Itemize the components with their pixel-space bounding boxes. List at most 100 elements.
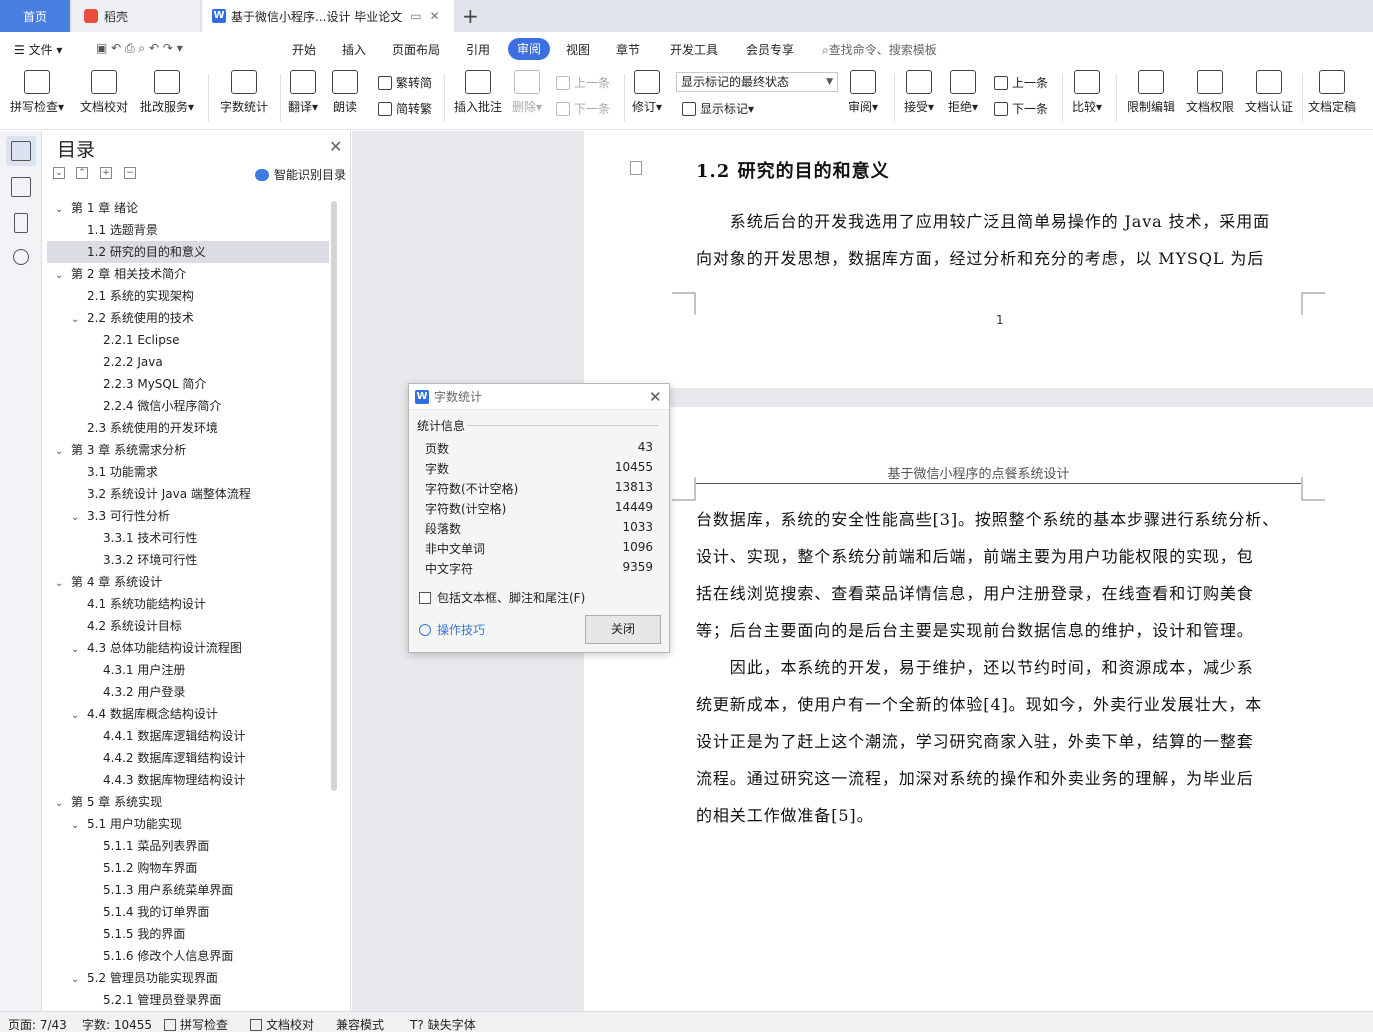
chevron-down-icon[interactable]: ⌄: [55, 573, 67, 595]
menu-dev-tools[interactable]: 开发工具: [670, 41, 718, 58]
include-notes-checkbox[interactable]: 包括文本框、脚注和尾注(F): [419, 589, 585, 606]
toc-item[interactable]: 5.1.3 用户系统菜单界面: [47, 879, 329, 901]
expand-up-icon[interactable]: ⌃: [76, 167, 88, 179]
toc-item[interactable]: 4.4.3 数据库物理结构设计: [47, 769, 329, 791]
menu-review[interactable]: 审阅: [508, 38, 550, 60]
add-heading-icon[interactable]: +: [100, 167, 112, 179]
doc-permission-button[interactable]: 文档权限: [1186, 70, 1234, 115]
toc-item[interactable]: 4.4.1 数据库逻辑结构设计: [47, 725, 329, 747]
toc-item[interactable]: ⌄ 4.3 总体功能结构设计流程图: [47, 637, 329, 659]
chevron-down-icon[interactable]: ⌄: [71, 815, 83, 837]
smart-toc-button[interactable]: 智能识别目录: [255, 166, 346, 183]
toc-item[interactable]: 4.1 系统功能结构设计: [47, 593, 329, 615]
toc-item[interactable]: 2.2.3 MySQL 简介: [47, 373, 329, 395]
translate-button[interactable]: 翻译▾: [288, 70, 318, 115]
new-tab-icon[interactable]: +: [462, 4, 479, 28]
doc-certify-button[interactable]: 文档认证: [1245, 70, 1293, 115]
revise-button[interactable]: 修订▾: [632, 70, 662, 115]
checkbox-icon[interactable]: [419, 591, 431, 604]
close-icon[interactable]: ✕: [649, 388, 662, 406]
quick-access-icons[interactable]: ▣ ↶ ⎙ ⌕ ↶ ↷ ▾: [96, 41, 183, 56]
menu-insert[interactable]: 插入: [342, 41, 366, 58]
doc-finalize-button[interactable]: 文档定稿: [1308, 70, 1356, 115]
toc-item[interactable]: 5.1.5 我的界面: [47, 923, 329, 945]
toc-item[interactable]: 2.2.2 Java: [47, 351, 329, 373]
toc-item[interactable]: 3.3.1 技术可行性: [47, 527, 329, 549]
chevron-down-icon[interactable]: ⌄: [55, 265, 67, 287]
toc-item[interactable]: 4.4.2 数据库逻辑结构设计: [47, 747, 329, 769]
toc-item[interactable]: ⌄ 第 4 章 系统设计: [47, 571, 329, 593]
tips-link[interactable]: 操作技巧: [419, 621, 485, 638]
toc-item[interactable]: ⌄ 第 5 章 系统实现: [47, 791, 329, 813]
toc-item[interactable]: 5.1.1 菜品列表界面: [47, 835, 329, 857]
word-count-button[interactable]: 字数统计: [220, 70, 268, 115]
toc-item[interactable]: 3.2 系统设计 Java 端整体流程: [47, 483, 329, 505]
document-page[interactable]: 1.2 研究的目的和意义 系统后台的开发我选用了应用较广泛且简单易操作的 Jav…: [584, 131, 1373, 388]
toc-item[interactable]: ⌄ 第 2 章 相关技术简介: [47, 263, 329, 285]
page-indicator[interactable]: 页面: 7/43: [8, 1016, 67, 1032]
chevron-down-icon[interactable]: ⌄: [71, 705, 83, 727]
batch-service-button[interactable]: 批改服务▾: [140, 70, 194, 115]
toc-scrollbar[interactable]: [331, 201, 337, 791]
chevron-down-icon[interactable]: ⌄: [55, 441, 67, 463]
document-page[interactable]: 基于微信小程序的点餐系统设计 台数据库，系统的安全性能高些[3]。按照整个系统的…: [584, 407, 1373, 1027]
toc-item[interactable]: 2.3 系统使用的开发环境: [47, 417, 329, 439]
command-search[interactable]: ⌕查找命令、搜索模板: [822, 41, 937, 58]
prev-comment-button[interactable]: 上一条: [556, 74, 610, 91]
toc-item[interactable]: ⌄ 第 1 章 绪论: [47, 197, 329, 219]
toc-item[interactable]: 5.2.1 管理员登录界面: [47, 989, 329, 1007]
next-comment-button[interactable]: 下一条: [556, 100, 610, 117]
doc-proof-button[interactable]: 文档校对: [80, 70, 128, 115]
chevron-down-icon[interactable]: ⌄: [55, 793, 67, 815]
collapse-all-icon[interactable]: ⌄: [53, 167, 65, 179]
toc-item[interactable]: 4.3.2 用户登录: [47, 681, 329, 703]
compare-button[interactable]: 比较▾: [1072, 70, 1102, 115]
prev-change-button[interactable]: 上一条: [994, 74, 1048, 91]
reject-button[interactable]: 拒绝▾: [948, 70, 978, 115]
trad-to-simp-button[interactable]: 繁转简: [378, 74, 432, 91]
markup-state-select[interactable]: 显示标记的最终状态 ▼: [676, 72, 838, 92]
read-aloud-button[interactable]: 朗读: [332, 70, 358, 115]
bookmark-icon[interactable]: [14, 213, 28, 233]
spell-check-status[interactable]: 拼写检查: [164, 1016, 228, 1032]
chevron-down-icon[interactable]: ⌄: [71, 969, 83, 991]
toc-item[interactable]: 4.3.1 用户注册: [47, 659, 329, 681]
close-button[interactable]: 关闭: [585, 615, 661, 644]
next-change-button[interactable]: 下一条: [994, 100, 1048, 117]
word-count-indicator[interactable]: 字数: 10455: [82, 1016, 152, 1032]
menu-start[interactable]: 开始: [292, 41, 316, 58]
close-tab-icon[interactable]: ✕: [430, 9, 440, 23]
spell-check-button[interactable]: 拼写检查▾: [10, 70, 64, 115]
chevron-down-icon[interactable]: ⌄: [55, 199, 67, 221]
toc-panel-icon[interactable]: [11, 141, 31, 161]
toc-item[interactable]: 1.1 选题背景: [47, 219, 329, 241]
accept-button[interactable]: 接受▾: [904, 70, 934, 115]
menu-page-layout[interactable]: 页面布局: [392, 41, 440, 58]
toc-item[interactable]: 2.2.4 微信小程序简介: [47, 395, 329, 417]
insert-comment-button[interactable]: 插入批注: [454, 70, 502, 115]
toc-item[interactable]: 5.1.2 购物车界面: [47, 857, 329, 879]
menu-chapter[interactable]: 章节: [616, 41, 640, 58]
chevron-down-icon[interactable]: ⌄: [71, 507, 83, 529]
show-markup-button[interactable]: 显示标记 ▾: [682, 100, 754, 117]
remove-heading-icon[interactable]: −: [124, 167, 136, 179]
menu-view[interactable]: 视图: [566, 41, 590, 58]
toc-item[interactable]: 3.1 功能需求: [47, 461, 329, 483]
chevron-down-icon[interactable]: ⌄: [71, 639, 83, 661]
search-icon[interactable]: [13, 249, 29, 265]
toc-item[interactable]: 2.1 系统的实现架构: [47, 285, 329, 307]
toc-item[interactable]: 4.2 系统设计目标: [47, 615, 329, 637]
toc-item[interactable]: ⌄ 3.3 可行性分析: [47, 505, 329, 527]
toc-item[interactable]: 3.3.2 环境可行性: [47, 549, 329, 571]
toc-item[interactable]: ⌄ 5.1 用户功能实现: [47, 813, 329, 835]
toc-item[interactable]: ⌄ 第 3 章 系统需求分析: [47, 439, 329, 461]
menu-member[interactable]: 会员专享: [746, 41, 794, 58]
toc-item[interactable]: 2.2.1 Eclipse: [47, 329, 329, 351]
proof-status[interactable]: 文档校对: [250, 1016, 314, 1032]
toc-item[interactable]: 5.1.6 修改个人信息界面: [47, 945, 329, 967]
dialog-titlebar[interactable]: W 字数统计: [409, 384, 669, 410]
compat-mode[interactable]: 兼容模式: [336, 1016, 384, 1032]
close-icon[interactable]: ✕: [329, 137, 342, 156]
menu-references[interactable]: 引用: [466, 41, 490, 58]
menu-file[interactable]: ☰ 文件 ▾: [14, 41, 62, 58]
